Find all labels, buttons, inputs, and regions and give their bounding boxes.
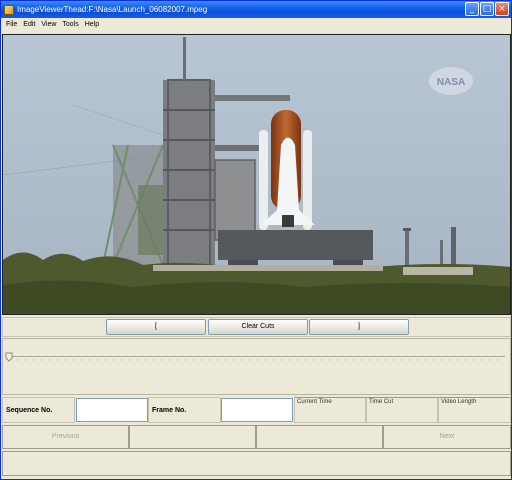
status-bar <box>2 451 511 476</box>
nav-button-3[interactable] <box>256 425 383 449</box>
info-row: Sequence No. Frame No. Current Time Time… <box>2 397 511 423</box>
timeline-track[interactable] <box>9 356 505 357</box>
window-controls: _ □ × <box>465 2 509 16</box>
menu-bar: File Edit View Tools Help <box>1 18 511 31</box>
launch-pad-image: NASA <box>3 35 510 314</box>
menu-help[interactable]: Help <box>82 21 102 28</box>
cut-controls: [ Clear Cuts ] <box>2 317 511 337</box>
maximize-button[interactable]: □ <box>480 2 494 16</box>
frame-number-field[interactable] <box>221 398 293 422</box>
clear-cuts-button[interactable]: Clear Cuts <box>208 319 308 335</box>
mark-out-button[interactable]: ] <box>309 319 409 335</box>
previous-button[interactable]: Previous <box>2 425 129 449</box>
close-button[interactable]: × <box>495 2 509 16</box>
menu-file[interactable]: File <box>3 21 20 28</box>
title-bar[interactable]: ImageViewerThead:F:\Nasa\Launch_06082007… <box>1 1 511 18</box>
mark-in-button[interactable]: [ <box>106 319 206 335</box>
video-length-box: Video Length <box>438 397 511 423</box>
nav-button-2[interactable] <box>129 425 256 449</box>
menu-tools[interactable]: Tools <box>59 21 81 28</box>
minimize-button[interactable]: _ <box>465 2 479 16</box>
nasa-watermark: NASA <box>437 77 465 88</box>
sequence-label: Sequence No. <box>2 397 75 423</box>
window-title: ImageViewerThead:F:\Nasa\Launch_06082007… <box>17 5 208 14</box>
app-window: ImageViewerThead:F:\Nasa\Launch_06082007… <box>0 0 512 480</box>
menu-edit[interactable]: Edit <box>20 21 38 28</box>
timeline-thumb[interactable] <box>5 352 13 362</box>
next-button[interactable]: Next <box>383 425 511 449</box>
app-icon <box>4 4 14 15</box>
current-time-box: Current Time <box>294 397 366 423</box>
menu-view[interactable]: View <box>38 21 59 28</box>
timeline-panel <box>2 338 511 395</box>
frame-label: Frame No. <box>148 397 221 423</box>
navigation-row: Previous Next <box>2 425 511 449</box>
sequence-number-field[interactable] <box>76 398 148 422</box>
time-cut-box: Time Cut <box>366 397 438 423</box>
timeline-ticks <box>9 359 505 361</box>
video-frame[interactable]: NASA <box>2 34 511 315</box>
